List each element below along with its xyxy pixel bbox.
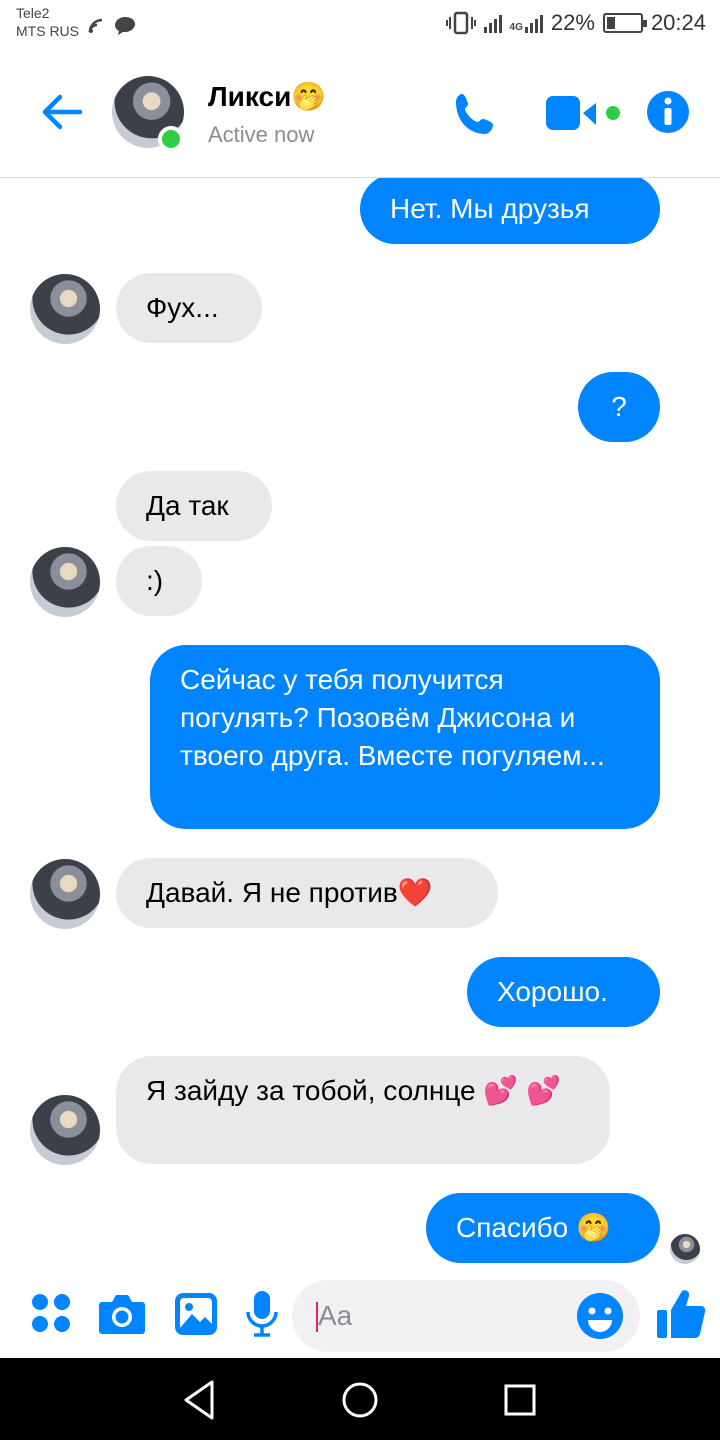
nav-recents-icon[interactable]: [498, 1378, 542, 1422]
contact-name[interactable]: Ликси🤭: [208, 80, 326, 113]
carrier-2: MTS RUS: [16, 23, 79, 39]
incoming-message[interactable]: Фух...: [116, 273, 262, 343]
seen-receipt-avatar: [670, 1234, 700, 1264]
online-indicator: [158, 126, 184, 152]
signal-icon: [483, 13, 502, 33]
contact-avatar-small[interactable]: [30, 1095, 100, 1165]
more-actions-icon[interactable]: [30, 1292, 72, 1334]
incoming-message[interactable]: Да так: [116, 471, 272, 541]
carrier-info: Tele2 MTS RUS: [16, 4, 79, 40]
emoji-icon[interactable]: [576, 1292, 624, 1340]
contact-avatar-small[interactable]: [30, 859, 100, 929]
contact-avatar-small[interactable]: [30, 274, 100, 344]
info-icon[interactable]: [646, 90, 690, 134]
vibrate-icon: [445, 11, 476, 35]
outgoing-message[interactable]: Сейчас у тебя получится погулять? Позовё…: [150, 645, 660, 829]
outgoing-message[interactable]: Хорошо.: [467, 957, 660, 1027]
system-navigation-bar: [0, 1358, 720, 1440]
incoming-message[interactable]: :): [116, 546, 202, 616]
outgoing-message[interactable]: Спасибо 🤭: [426, 1193, 660, 1263]
message-placeholder: Aa: [318, 1300, 353, 1331]
video-call-icon[interactable]: [546, 90, 624, 138]
gallery-icon[interactable]: [174, 1292, 218, 1336]
active-status: Active now: [208, 122, 315, 147]
network-type: 4G: [509, 22, 523, 33]
nav-home-icon[interactable]: [338, 1378, 382, 1422]
incoming-message[interactable]: Давай. Я не против❤️: [116, 858, 498, 928]
carrier-1: Tele2: [16, 5, 50, 21]
camera-icon[interactable]: [98, 1292, 146, 1336]
message-input[interactable]: Aa: [292, 1280, 640, 1352]
battery-icon: [602, 13, 647, 33]
wifi-icon: [88, 18, 103, 33]
status-bar: Tele2 MTS RUS 4G 22% 20:24: [0, 0, 720, 50]
contact-avatar-small[interactable]: [30, 547, 100, 617]
like-thumbs-up-icon[interactable]: [656, 1288, 706, 1340]
clock: 20:24: [650, 10, 706, 35]
conversation-header: Ликси🤭 Active now: [0, 50, 720, 178]
message-list[interactable]: Нет. Мы друзья Фух... ? Да так :) Сейчас…: [0, 178, 720, 1274]
outgoing-message[interactable]: Нет. Мы друзья: [360, 178, 660, 244]
battery-percent: 22%: [550, 10, 595, 35]
back-arrow-icon[interactable]: [38, 88, 86, 136]
incoming-message[interactable]: Я зайду за тобой, солнце 💕 💕: [116, 1056, 610, 1164]
outgoing-message[interactable]: ?: [578, 372, 660, 442]
phone-call-icon[interactable]: [452, 90, 500, 138]
chat-notification-icon: [115, 17, 135, 35]
nav-back-icon[interactable]: [178, 1378, 222, 1422]
message-composer: Aa: [0, 1274, 720, 1358]
microphone-icon[interactable]: [244, 1290, 280, 1338]
signal-icon-2: [524, 13, 543, 33]
